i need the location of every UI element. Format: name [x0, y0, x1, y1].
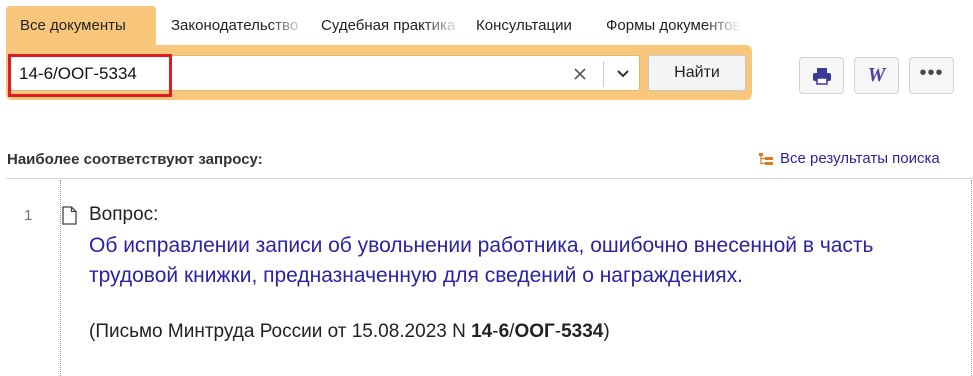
printer-icon	[812, 67, 831, 85]
all-results-link[interactable]: Все результаты поиска	[758, 150, 940, 167]
print-button[interactable]	[799, 57, 844, 94]
search-input[interactable]	[19, 61, 439, 87]
result-kind: Вопрос:	[89, 204, 159, 225]
word-export-icon: W	[867, 64, 886, 86]
tab-legislation[interactable]: Законодательство	[156, 6, 306, 46]
more-icon: •••	[919, 61, 944, 84]
save-to-word-button[interactable]: W	[854, 57, 899, 94]
result-source: (Письмо Минтруда России от 15.08.2023 N …	[89, 321, 610, 343]
result-source-suffix: )	[603, 321, 610, 342]
result-number: 1	[24, 207, 33, 224]
tab-document-forms[interactable]: Формы документов	[591, 6, 741, 46]
search-tabs: Все документы Законодательство Судебная …	[6, 6, 741, 46]
result-source-match: 5334	[561, 321, 604, 342]
result-source-match: 6	[498, 321, 510, 342]
section-divider	[6, 178, 973, 179]
clear-search-button[interactable]	[566, 60, 594, 88]
result-source-match: ООГ	[514, 321, 555, 342]
chevron-down-icon	[617, 70, 629, 78]
result-title-link[interactable]: Об исправлении записи об увольнении рабо…	[89, 231, 889, 291]
more-button[interactable]: •••	[909, 57, 954, 94]
result-source-match: 14	[471, 321, 493, 342]
all-results-label: Все результаты поиска	[780, 150, 940, 167]
find-button[interactable]: Найти	[648, 55, 746, 91]
close-icon	[574, 68, 586, 80]
search-history-dropdown[interactable]	[609, 60, 637, 88]
tab-consultations[interactable]: Консультации	[461, 6, 591, 46]
search-divider	[603, 61, 604, 87]
search-panel: Найти	[6, 45, 752, 100]
tab-all-documents[interactable]: Все документы	[6, 6, 156, 46]
result-source-prefix: (Письмо Минтруда России от 15.08.2023 N	[89, 321, 472, 342]
section-title: Наиболее соответствуют запросу:	[7, 151, 263, 168]
search-box	[10, 55, 640, 91]
tab-court-practice[interactable]: Судебная практика	[306, 6, 461, 46]
document-icon	[62, 206, 77, 225]
tree-results-icon	[759, 152, 773, 165]
